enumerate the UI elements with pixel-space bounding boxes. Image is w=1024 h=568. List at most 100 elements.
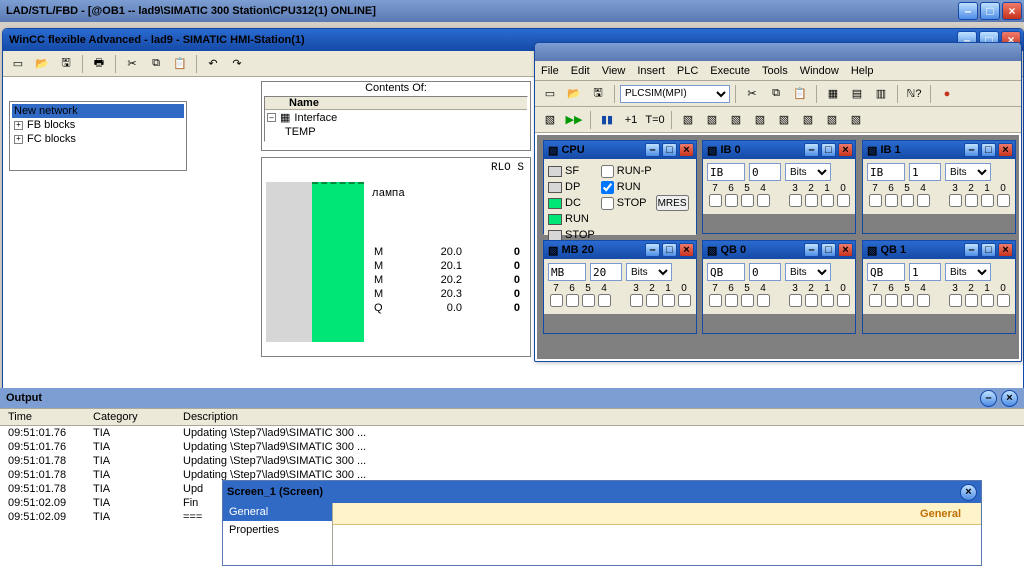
led-run bbox=[548, 214, 562, 225]
screen-title: Screen_1 (Screen) bbox=[227, 486, 323, 498]
mode-runp[interactable]: RUN-P bbox=[601, 163, 689, 179]
addr-num[interactable] bbox=[749, 163, 781, 181]
menu-help[interactable]: Help bbox=[851, 65, 874, 77]
min-icon[interactable]: – bbox=[645, 143, 660, 157]
addr-type[interactable] bbox=[707, 163, 745, 181]
menu-edit[interactable]: Edit bbox=[571, 65, 590, 77]
open-icon[interactable]: 📂 bbox=[31, 53, 53, 75]
record-icon[interactable]: ● bbox=[936, 83, 958, 105]
tile-icon[interactable]: ▦ bbox=[822, 83, 844, 105]
contents-of: Contents Of: Name –▦ Interface TEMP bbox=[261, 81, 531, 151]
cpu-leds: SF DP DC RUN STOP bbox=[548, 163, 595, 231]
output-header[interactable]: Output – × bbox=[0, 388, 1024, 408]
max-icon[interactable]: □ bbox=[821, 143, 836, 157]
mres-button[interactable]: MRES bbox=[656, 195, 689, 211]
general-tab: General bbox=[333, 503, 981, 525]
led-dp bbox=[548, 182, 562, 193]
paste-icon[interactable]: 📋 bbox=[169, 53, 191, 75]
open-icon[interactable]: 📂 bbox=[563, 83, 585, 105]
p1-icon[interactable]: ▧ bbox=[677, 109, 699, 131]
cut-icon[interactable]: ✂ bbox=[741, 83, 763, 105]
lad-editor[interactable]: RLO S лампа M20.00 M20.10 M20.20 M20.30 … bbox=[261, 157, 531, 357]
led-stop bbox=[548, 230, 562, 241]
operand-table: M20.00 M20.10 M20.20 M20.30 Q0.00 bbox=[372, 244, 522, 316]
ladstl-close[interactable]: × bbox=[1002, 2, 1022, 20]
panel-ib0[interactable]: ▧ IB 0 –□× Bits 7654 3210 bbox=[702, 140, 856, 234]
mode-run[interactable]: RUN bbox=[601, 179, 689, 195]
bits-table: 7654 3210 bbox=[707, 183, 851, 210]
save-icon[interactable]: 🖫 bbox=[587, 83, 609, 105]
ladstl-min[interactable]: – bbox=[958, 2, 978, 20]
copy-icon[interactable]: ⧉ bbox=[765, 83, 787, 105]
table-row: 09:51:01.76TIAUpdating \Step7\lad9\SIMAT… bbox=[0, 440, 1024, 454]
lad-green-region[interactable] bbox=[312, 182, 364, 342]
print-icon[interactable]: 🖶 bbox=[88, 53, 110, 75]
nav-properties[interactable]: Properties bbox=[223, 521, 332, 539]
p3-icon[interactable]: ▧ bbox=[725, 109, 747, 131]
copy-icon[interactable]: ⧉ bbox=[145, 53, 167, 75]
output-min-icon[interactable]: – bbox=[980, 390, 997, 407]
max-icon[interactable]: □ bbox=[662, 143, 677, 157]
arrange-icon[interactable]: ▥ bbox=[870, 83, 892, 105]
panel-mb20[interactable]: ▧ MB 20 –□× Bits 7654 3210 bbox=[543, 240, 697, 334]
nav-general[interactable]: General bbox=[223, 503, 332, 521]
cut-icon[interactable]: ✂ bbox=[121, 53, 143, 75]
p5-icon[interactable]: ▧ bbox=[773, 109, 795, 131]
plcsim-menubar[interactable]: File Edit View Insert PLC Execute Tools … bbox=[535, 61, 1021, 81]
network-tree[interactable]: New network + FB blocks + FC blocks bbox=[9, 101, 187, 171]
screen-nav[interactable]: General Properties bbox=[223, 503, 333, 566]
tree-new-network[interactable]: New network bbox=[12, 104, 184, 118]
plus1-icon[interactable]: +1 bbox=[620, 109, 642, 131]
expand-icon[interactable]: + bbox=[14, 121, 23, 130]
plcsim-toolbar2: ▧ ▶▶ ▮▮ +1 T=0 ▧ ▧ ▧ ▧ ▧ ▧ ▧ ▧ bbox=[535, 107, 1021, 133]
output-close-icon[interactable]: × bbox=[1001, 390, 1018, 407]
cpu-panel-icon[interactable]: ▧ bbox=[539, 109, 561, 131]
p7-icon[interactable]: ▧ bbox=[821, 109, 843, 131]
panel-ib1[interactable]: ▧ IB 1 –□× Bits 7654 3210 bbox=[862, 140, 1016, 234]
p4-icon[interactable]: ▧ bbox=[749, 109, 771, 131]
help-icon[interactable]: ℕ? bbox=[903, 83, 925, 105]
t0-icon[interactable]: T=0 bbox=[644, 109, 666, 131]
screen-popup[interactable]: Screen_1 (Screen) × General Properties G… bbox=[222, 480, 982, 566]
p8-icon[interactable]: ▧ bbox=[845, 109, 867, 131]
menu-file[interactable]: File bbox=[541, 65, 559, 77]
close-icon[interactable]: × bbox=[838, 143, 853, 157]
cpu-panel[interactable]: ▧ CPU – □ × SF DP DC RUN STOP RUN-P RUN … bbox=[543, 140, 697, 234]
connection-combo[interactable]: PLCSIM(MPI) bbox=[620, 85, 730, 103]
mode-stop[interactable]: STOP MRES bbox=[601, 195, 689, 211]
tree-fb-blocks[interactable]: + FB blocks bbox=[12, 118, 184, 132]
min-icon[interactable]: – bbox=[804, 143, 819, 157]
tree-fc-blocks[interactable]: + FC blocks bbox=[12, 132, 184, 146]
paste-icon[interactable]: 📋 bbox=[789, 83, 811, 105]
redo-icon[interactable]: ↷ bbox=[226, 53, 248, 75]
cascade-icon[interactable]: ▤ bbox=[846, 83, 868, 105]
iface-row[interactable]: –▦ Interface bbox=[265, 110, 527, 125]
wincc-title: WinCC flexible Advanced - lad9 - SIMATIC… bbox=[9, 34, 305, 46]
pause-icon[interactable]: ▮▮ bbox=[596, 109, 618, 131]
screen-close-icon[interactable]: × bbox=[960, 484, 977, 501]
menu-tools[interactable]: Tools bbox=[762, 65, 788, 77]
ladstl-titlebar: LAD/STL/FBD - [@OB1 -- lad9\SIMATIC 300 … bbox=[0, 0, 1024, 22]
p6-icon[interactable]: ▧ bbox=[797, 109, 819, 131]
plcsim-titlebar[interactable] bbox=[535, 43, 1021, 61]
expand-icon[interactable]: + bbox=[14, 135, 23, 144]
format-sel[interactable]: Bits bbox=[785, 163, 831, 181]
ladstl-max[interactable]: □ bbox=[980, 2, 1000, 20]
close-icon[interactable]: × bbox=[679, 143, 694, 157]
menu-window[interactable]: Window bbox=[800, 65, 839, 77]
new-icon[interactable]: ▭ bbox=[7, 53, 29, 75]
menu-plc[interactable]: PLC bbox=[677, 65, 698, 77]
new-icon[interactable]: ▭ bbox=[539, 83, 561, 105]
save-icon[interactable]: 🖫 bbox=[55, 53, 77, 75]
panel-qb1[interactable]: ▧ QB 1 –□× Bits 7654 3210 bbox=[862, 240, 1016, 334]
menu-insert[interactable]: Insert bbox=[637, 65, 665, 77]
p2-icon[interactable]: ▧ bbox=[701, 109, 723, 131]
menu-execute[interactable]: Execute bbox=[710, 65, 750, 77]
undo-icon[interactable]: ↶ bbox=[202, 53, 224, 75]
block-comment: лампа bbox=[372, 188, 405, 200]
table-row: 09:51:01.78TIAUpdating \Step7\lad9\SIMAT… bbox=[0, 454, 1024, 468]
run-icon[interactable]: ▶▶ bbox=[563, 109, 585, 131]
temp-row[interactable]: TEMP bbox=[265, 125, 527, 139]
menu-view[interactable]: View bbox=[602, 65, 626, 77]
panel-qb0[interactable]: ▧ QB 0 –□× Bits 7654 3210 bbox=[702, 240, 856, 334]
